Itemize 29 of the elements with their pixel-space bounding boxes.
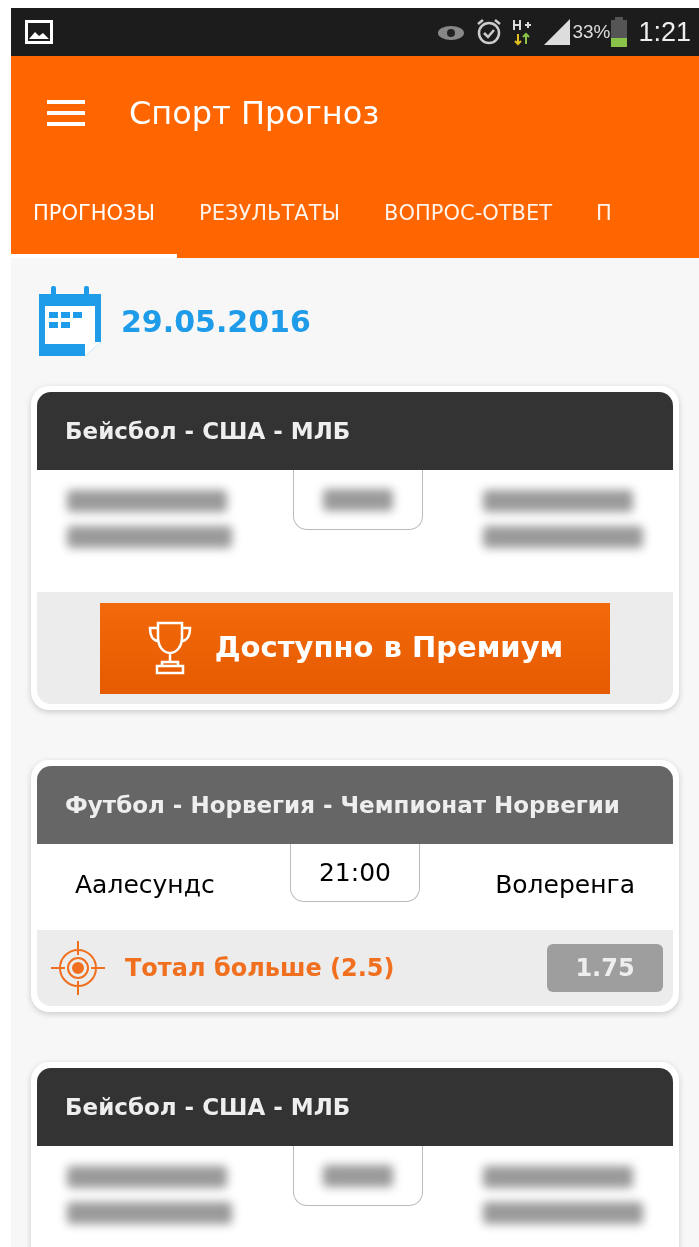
signal-icon bbox=[542, 17, 573, 47]
battery-percent: 33% bbox=[572, 19, 611, 44]
target-icon bbox=[49, 939, 107, 997]
app-title: Спорт Прогноз bbox=[129, 93, 380, 134]
mobile-data-icon bbox=[512, 18, 533, 46]
calendar-icon bbox=[37, 284, 103, 358]
tab[interactable]: ПРОГНОЗЫ bbox=[11, 170, 178, 258]
premium-button[interactable]: Доступно в Премиум bbox=[100, 602, 610, 694]
away-team: Волеренга bbox=[495, 869, 635, 901]
alarm-clock-icon bbox=[476, 18, 503, 46]
odds-value: 1.75 bbox=[547, 944, 663, 992]
tab[interactable]: П bbox=[574, 170, 634, 258]
image-icon bbox=[25, 20, 53, 44]
blurred-text bbox=[322, 1164, 393, 1187]
league-title: Футбол - Норвегия - Чемпионат Норвегии bbox=[65, 790, 620, 820]
clock-time: 1:21 bbox=[638, 15, 691, 49]
league-title: Бейсбол - США - МЛБ bbox=[65, 1092, 351, 1122]
match-time: 21:00 bbox=[289, 844, 420, 902]
date-label: 29.05.2016 bbox=[121, 302, 311, 341]
menu-icon[interactable] bbox=[47, 99, 85, 127]
league-title: Бейсбол - США - МЛБ bbox=[65, 416, 351, 446]
tip-text: Тотал больше (2.5) bbox=[125, 953, 395, 984]
tab[interactable]: ВОПРОС-ОТВЕТ bbox=[362, 170, 575, 258]
blurred-text bbox=[322, 488, 393, 511]
home-team: Аалесундс bbox=[75, 869, 215, 901]
trophy-icon bbox=[146, 620, 193, 676]
battery-icon bbox=[610, 17, 629, 47]
tab[interactable]: РЕЗУЛЬТАТЫ bbox=[177, 170, 363, 258]
eye-icon bbox=[436, 23, 467, 41]
